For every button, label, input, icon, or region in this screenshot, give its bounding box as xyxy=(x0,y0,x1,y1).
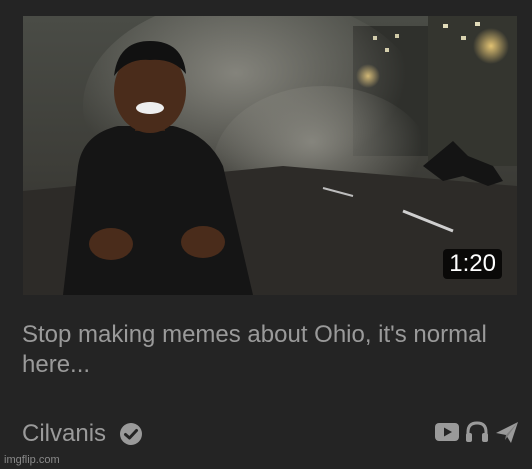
send-icon[interactable] xyxy=(494,419,520,445)
video-icon[interactable] xyxy=(434,419,460,445)
video-thumbnail[interactable]: 1:20 xyxy=(23,16,517,295)
action-icons xyxy=(434,419,520,445)
headphones-icon[interactable] xyxy=(464,419,490,445)
watermark: imgflip.com xyxy=(4,454,60,466)
channel-row: Cilvanis xyxy=(22,418,143,450)
video-duration: 1:20 xyxy=(443,249,502,279)
video-title[interactable]: Stop making memes about Ohio, it's norma… xyxy=(22,320,502,380)
video-card[interactable]: 1:20 Stop making memes about Ohio, it's … xyxy=(0,0,532,469)
channel-name[interactable]: Cilvanis xyxy=(22,420,106,448)
check-badge-icon xyxy=(119,422,143,446)
